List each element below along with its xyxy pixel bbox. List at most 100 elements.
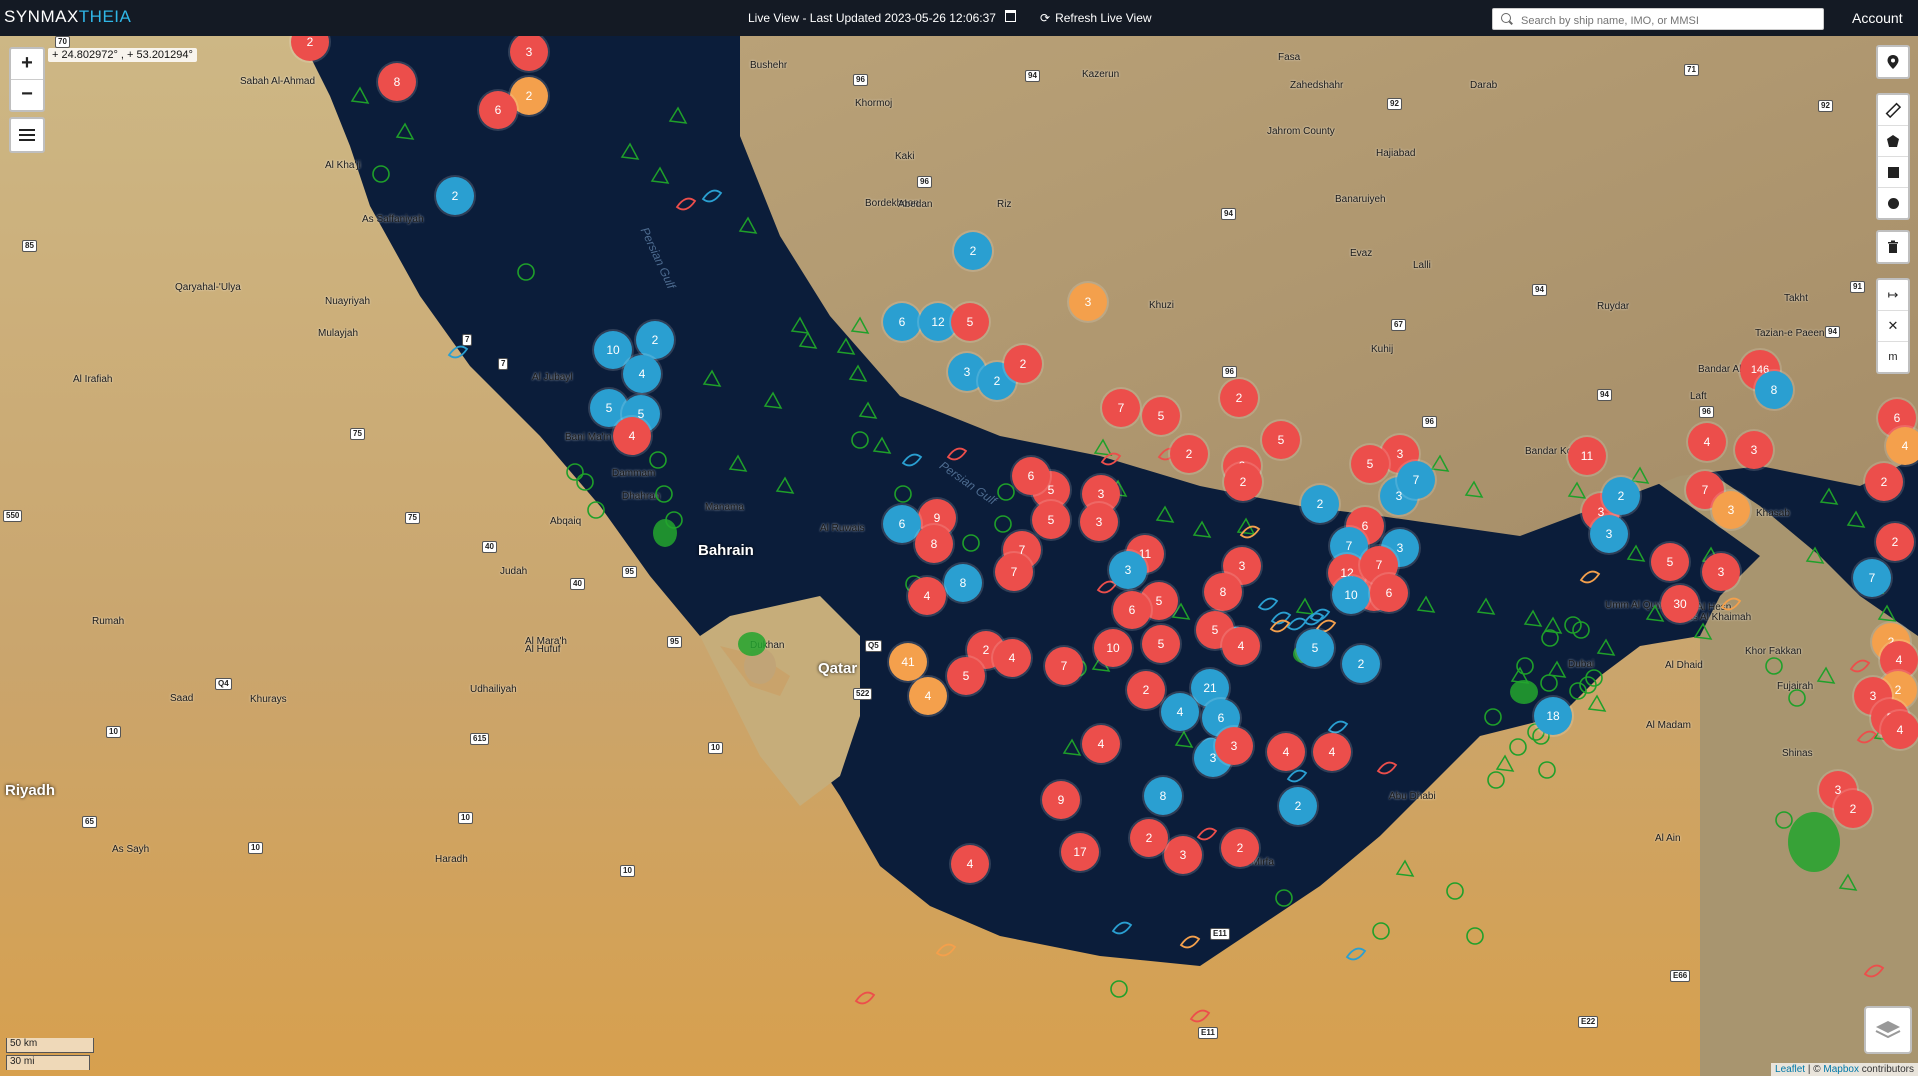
- vessel-marker[interactable]: [702, 369, 722, 387]
- vessel-marker[interactable]: [1775, 811, 1793, 829]
- vessel-marker[interactable]: [1286, 769, 1308, 783]
- vessel-cluster[interactable]: 4: [993, 639, 1031, 677]
- vessel-marker[interactable]: [858, 401, 878, 419]
- vessel-cluster[interactable]: 2: [1220, 379, 1258, 417]
- vessel-cluster[interactable]: 2: [1127, 671, 1165, 709]
- ruler-icon[interactable]: [1878, 95, 1908, 125]
- vessel-marker[interactable]: [1111, 921, 1133, 935]
- vessel-cluster-blob[interactable]: [1510, 680, 1538, 704]
- mapbox-link[interactable]: Mapbox: [1823, 1064, 1859, 1075]
- vessel-marker[interactable]: [1516, 657, 1534, 675]
- vessel-marker[interactable]: [576, 473, 594, 491]
- vessel-marker[interactable]: [620, 142, 640, 160]
- vessel-marker[interactable]: [1484, 708, 1502, 726]
- vessel-marker[interactable]: [1174, 730, 1194, 748]
- vessel-marker[interactable]: [1416, 595, 1436, 613]
- hamburger-menu-button[interactable]: [9, 117, 45, 153]
- vessel-cluster[interactable]: 4: [909, 677, 947, 715]
- vessel-cluster[interactable]: 3: [1069, 283, 1107, 321]
- vessel-marker[interactable]: [1096, 580, 1118, 594]
- vessel-cluster[interactable]: 4: [951, 845, 989, 883]
- vessel-cluster[interactable]: 6: [1113, 591, 1151, 629]
- circle-icon[interactable]: [1878, 187, 1908, 218]
- vessel-cluster[interactable]: 11: [1568, 437, 1606, 475]
- vessel-marker[interactable]: [1541, 629, 1559, 647]
- vessel-marker[interactable]: [1286, 617, 1308, 631]
- vessel-marker[interactable]: [935, 943, 957, 957]
- zoom-out-button[interactable]: −: [11, 79, 43, 110]
- vessel-marker[interactable]: [1538, 761, 1556, 779]
- vessel-cluster[interactable]: 3: [1164, 836, 1202, 874]
- vessel-marker[interactable]: [650, 166, 670, 184]
- vessel-cluster[interactable]: 5: [951, 303, 989, 341]
- vessel-cluster[interactable]: 6: [1012, 457, 1050, 495]
- vessel-cluster[interactable]: 4: [1082, 725, 1120, 763]
- vessel-cluster[interactable]: 2: [1279, 787, 1317, 825]
- vessel-marker[interactable]: [1819, 487, 1839, 505]
- vessel-cluster[interactable]: 3: [1735, 431, 1773, 469]
- vessel-marker[interactable]: [1295, 597, 1315, 615]
- vessel-cluster[interactable]: 2: [1876, 523, 1914, 561]
- vessel-cluster[interactable]: 2: [1865, 463, 1903, 501]
- vessel-cluster-blob[interactable]: [1788, 812, 1840, 872]
- vessel-cluster[interactable]: 7: [1102, 389, 1140, 427]
- location-pin-icon[interactable]: [1878, 47, 1908, 77]
- vessel-marker[interactable]: [1257, 597, 1279, 611]
- vessel-cluster[interactable]: 7: [1397, 461, 1435, 499]
- vessel-marker[interactable]: [701, 189, 723, 203]
- ship-search-input[interactable]: [1519, 12, 1823, 30]
- vessel-cluster[interactable]: 6: [1370, 574, 1408, 612]
- vessel-marker[interactable]: [901, 453, 923, 467]
- vessel-marker[interactable]: [1816, 666, 1836, 684]
- vessel-cluster[interactable]: 8: [944, 564, 982, 602]
- vessel-marker[interactable]: [894, 485, 912, 503]
- vessel-marker[interactable]: [1720, 597, 1742, 611]
- vessel-marker[interactable]: [649, 451, 667, 469]
- vessel-marker[interactable]: [1376, 761, 1398, 775]
- vessel-marker[interactable]: [1464, 480, 1484, 498]
- map-view[interactable]: Bushehr Sabah Al-Ahmad Al Kha'ji As Saffani…: [0, 36, 1918, 1076]
- vessel-marker[interactable]: [1509, 738, 1527, 756]
- vessel-cluster[interactable]: 10: [1332, 576, 1370, 614]
- vessel-cluster[interactable]: 3: [1590, 515, 1628, 553]
- vessel-marker[interactable]: [848, 364, 868, 382]
- vessel-cluster-blob[interactable]: [653, 519, 677, 547]
- vessel-cluster[interactable]: 2: [1004, 345, 1042, 383]
- vessel-marker[interactable]: [668, 106, 688, 124]
- vessel-cluster[interactable]: 41: [889, 643, 927, 681]
- vessel-cluster[interactable]: 5: [1651, 543, 1689, 581]
- vessel-cluster[interactable]: 2: [1301, 485, 1339, 523]
- vessel-marker[interactable]: [655, 485, 673, 503]
- vessel-marker[interactable]: [1110, 980, 1128, 998]
- vessel-marker[interactable]: [962, 534, 980, 552]
- vessel-cluster[interactable]: 4: [1222, 627, 1260, 665]
- vessel-marker[interactable]: [1239, 525, 1261, 539]
- vessel-cluster[interactable]: 2: [1602, 477, 1640, 515]
- vessel-cluster[interactable]: 3: [1702, 553, 1740, 591]
- vessel-cluster[interactable]: 4: [908, 577, 946, 615]
- vessel-marker[interactable]: [1626, 544, 1646, 562]
- vessel-marker[interactable]: [1788, 689, 1806, 707]
- vessel-marker[interactable]: [447, 345, 469, 359]
- layers-button[interactable]: [1864, 1006, 1912, 1054]
- vessel-marker[interactable]: [728, 454, 748, 472]
- vessel-cluster[interactable]: 10: [1094, 629, 1132, 667]
- vessel-cluster[interactable]: 2: [1221, 829, 1259, 867]
- vessel-marker[interactable]: [1155, 505, 1175, 523]
- vessel-cluster[interactable]: 2: [1170, 435, 1208, 473]
- vessel-marker[interactable]: [997, 483, 1015, 501]
- vessel-marker[interactable]: [1585, 669, 1603, 687]
- vessel-marker[interactable]: [350, 86, 370, 104]
- vessel-cluster[interactable]: 4: [1881, 711, 1918, 749]
- vessel-cluster[interactable]: 8: [1144, 777, 1182, 815]
- measure-unit[interactable]: m: [1878, 341, 1908, 372]
- vessel-marker[interactable]: [1476, 597, 1496, 615]
- vessel-cluster[interactable]: 17: [1061, 833, 1099, 871]
- arrow-right-bar-icon[interactable]: ↦: [1878, 280, 1908, 310]
- square-icon[interactable]: [1878, 156, 1908, 187]
- vessel-cluster[interactable]: 2: [1834, 790, 1872, 828]
- vessel-marker[interactable]: [1430, 454, 1450, 472]
- vessel-cluster[interactable]: 3: [1712, 491, 1750, 529]
- vessel-marker[interactable]: [763, 391, 783, 409]
- vessel-marker[interactable]: [872, 436, 892, 454]
